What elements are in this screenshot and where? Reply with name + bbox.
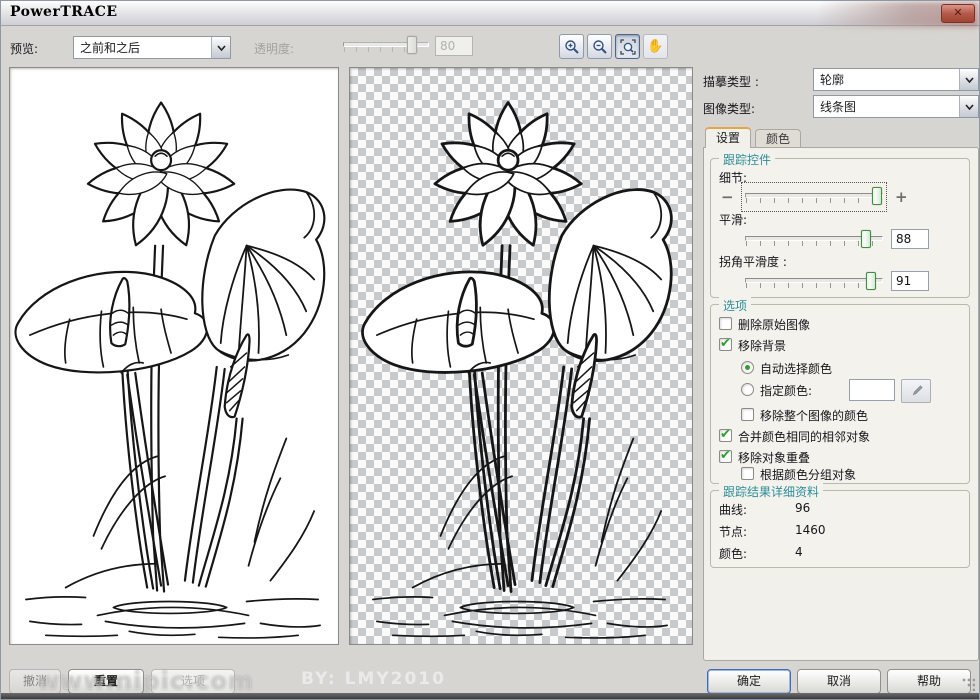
corner-value-input[interactable] [891,271,929,291]
merge-adjacent-label: 合并颜色相同的相邻对象 [738,428,870,445]
chevron-down-icon[interactable] [959,69,978,90]
plus-icon[interactable]: + [895,190,908,204]
options-group: 选项 删除原始图像 移除背景 自动选择颜色 指定颜色: 移除整个图像的颜色 合并… [710,304,970,484]
zoom-fit-button[interactable] [615,34,640,59]
transparency-slider [343,35,429,57]
settings-tab-page: 跟踪控件 细节: − + 平滑: 拐角平滑度 : [703,147,979,661]
merge-adjacent-checkbox[interactable] [719,429,732,442]
zoom-out-button[interactable] [587,34,612,59]
trace-type-value: 轮廓 [814,71,959,88]
chevron-down-icon[interactable] [211,37,230,58]
trace-results-title: 跟踪结果详细资料 [719,483,823,500]
help-button[interactable]: 帮助 [887,669,971,694]
group-by-color-checkbox[interactable] [741,467,754,480]
eyedropper-button [901,379,931,403]
tab-colors[interactable]: 颜色 [755,129,801,147]
auto-color-label: 自动选择颜色 [760,360,832,377]
options-button: 选项 [151,669,235,694]
group-by-color-label: 根据颜色分组对象 [760,466,856,483]
remove-overlap-checkbox[interactable] [719,450,732,463]
trace-results-group: 跟踪结果详细资料 曲线: 96 节点: 1460 颜色: 4 [710,490,970,568]
image-type-value: 线条图 [814,98,959,115]
slider-thumb[interactable] [861,230,871,248]
slider-thumb [407,36,417,54]
tracking-controls-title: 跟踪控件 [719,151,775,168]
slider-ticks [746,283,882,288]
delete-original-checkbox[interactable] [719,317,732,330]
close-button[interactable]: ✕ [941,4,975,23]
remove-entire-color-checkbox[interactable] [741,408,754,421]
resize-grip[interactable] [961,677,975,691]
hand-icon: ✋ [647,39,663,54]
powertrace-dialog: PowerTRACE ✕ 预览: 之前和之后 透明度: [0,0,980,700]
image-type-label: 图像类型: [703,100,755,117]
preview-pane-traced[interactable] [349,67,693,645]
ok-button[interactable]: 确定 [707,669,791,694]
tracking-controls-group: 跟踪控件 细节: − + 平滑: 拐角平滑度 : [710,158,970,298]
preview-combobox[interactable]: 之前和之后 [73,36,231,59]
window-title: PowerTRACE [10,4,118,20]
corner-smoothness-slider[interactable] [745,271,883,293]
specify-color-label: 指定颜色: [760,382,812,399]
specified-color-swatch[interactable] [849,379,895,401]
remove-entire-color-label: 移除整个图像的颜色 [760,407,868,424]
slider-thumb[interactable] [866,272,876,290]
colors-value: 4 [795,545,803,559]
transparency-label: 透明度: [254,40,294,57]
curves-label: 曲线: [719,501,747,518]
reset-button[interactable]: 重置 [68,669,144,694]
minus-icon[interactable]: − [721,190,734,204]
nodes-label: 节点: [719,523,747,540]
undo-button[interactable]: 撤消 [9,669,61,694]
remove-overlap-label: 移除对象重叠 [738,449,810,466]
preview-combobox-value: 之前和之后 [74,39,211,56]
transparency-value-input [435,36,473,56]
preview-label: 预览: [10,40,38,57]
zoom-in-button[interactable] [559,34,584,59]
detail-label: 细节: [719,169,747,186]
corner-smoothness-label: 拐角平滑度 : [719,253,787,270]
specify-color-radio[interactable] [741,383,754,396]
slider-thumb[interactable] [872,187,882,205]
smoothing-label: 平滑: [719,211,747,228]
smoothing-slider[interactable] [745,229,883,251]
lotus-original-image [10,68,338,644]
image-type-combobox[interactable]: 线条图 [813,95,979,118]
nodes-value: 1460 [795,523,826,537]
options-title: 选项 [719,297,751,314]
chevron-down-icon[interactable] [959,96,978,117]
preview-pane-original[interactable] [9,67,339,645]
remove-background-checkbox[interactable] [719,338,732,351]
pan-hand-button: ✋ [643,34,668,59]
trace-type-combobox[interactable]: 轮廓 [813,68,979,91]
curves-value: 96 [795,501,810,515]
title-bar[interactable]: PowerTRACE ✕ [1,1,979,26]
watermark-author: BY: LMY2010 [301,669,446,689]
tab-settings[interactable]: 设置 [705,127,751,148]
trace-type-label: 描摹类型 : [703,73,759,90]
cancel-button[interactable]: 取消 [797,669,881,694]
slider-ticks [746,198,882,203]
smoothing-value-input[interactable] [891,229,929,249]
toolbar: 预览: 之前和之后 透明度: [1,26,979,66]
lotus-traced-image [357,68,685,644]
auto-color-radio[interactable] [741,361,754,374]
delete-original-label: 删除原始图像 [738,316,810,333]
detail-slider[interactable] [745,186,883,208]
colors-label: 颜色: [719,545,747,562]
bottom-edge [1,693,979,699]
remove-background-label: 移除背景 [738,337,786,354]
eyedropper-icon [910,385,923,398]
